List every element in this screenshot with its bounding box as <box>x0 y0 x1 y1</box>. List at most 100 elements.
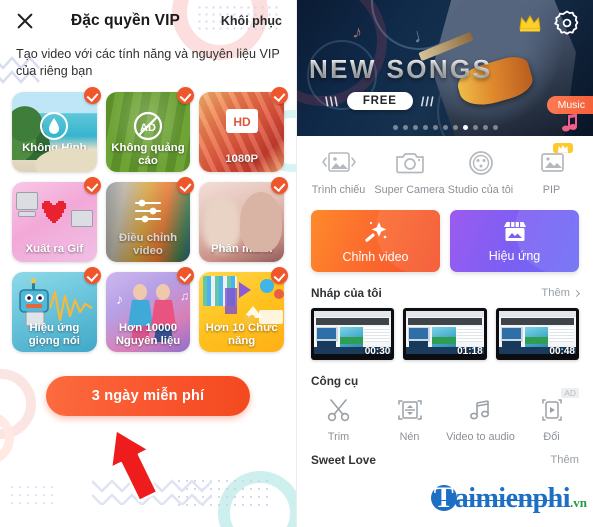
drafts-more-link[interactable]: Thêm <box>541 287 581 299</box>
card-art-robot: Hiệu ứng giọng nói <box>12 272 97 352</box>
slideshow-icon <box>321 152 356 172</box>
banner-title: NEW SONGS <box>309 54 493 84</box>
decorative-ring-orange <box>0 411 14 465</box>
tool-video-to-audio[interactable]: Video to audio <box>445 398 516 443</box>
benefit-card-materials[interactable]: ♪ ♫ Hơn 10000 Nguyên liệu <box>105 267 195 352</box>
check-badge-icon <box>83 177 101 194</box>
close-icon[interactable] <box>14 10 36 32</box>
chevron-right-icon <box>572 289 581 297</box>
effects-store-button[interactable]: Hiệu ứng <box>450 210 579 272</box>
quick-tools-row: Trình chiếu Super Camera Studio của tôi … <box>297 136 593 206</box>
benefit-label: Phân mảnh <box>210 242 273 255</box>
crown-icon <box>558 145 568 153</box>
tools-grid: Trim Nén Video to audio AD Đổi <box>297 388 593 443</box>
carousel-dot[interactable] <box>433 125 438 130</box>
draft-item[interactable]: 00:30 <box>311 308 395 360</box>
check-badge-icon <box>270 87 288 104</box>
check-badge-icon <box>177 267 195 284</box>
benefit-card-features[interactable]: Hơn 10 Chức năng <box>199 267 288 352</box>
quick-tool-my-studio[interactable]: Studio của tôi <box>445 150 516 196</box>
benefit-card-1080p[interactable]: HD 1080P <box>199 87 288 172</box>
music-note-icon <box>562 113 577 132</box>
benefit-card-no-ads[interactable]: AD Không quảng cáo <box>105 87 195 172</box>
crown-icon <box>519 14 541 32</box>
vip-crown-badge <box>553 143 573 153</box>
quick-tool-super-camera[interactable]: Super Camera <box>374 150 445 196</box>
gear-icon[interactable] <box>554 10 580 36</box>
benefit-label: 1080P <box>225 152 259 165</box>
benefit-card-export-gif[interactable]: Xuất ra Gif <box>12 177 101 262</box>
draft-duration: 00:30 <box>364 346 391 357</box>
benefit-label: Hơn 10 Chức năng <box>205 322 278 347</box>
carousel-dot[interactable] <box>453 125 458 130</box>
draft-duration: 00:48 <box>549 346 575 357</box>
benefit-card-mosaic[interactable]: Phân mảnh <box>199 177 288 262</box>
card-art-autumn: Điều chỉnh video <box>105 182 191 262</box>
check-badge-icon <box>270 267 288 284</box>
watermark-tld: .vn <box>570 495 587 510</box>
vip-panel: Đặc quyền VIP Khôi phục Tạo video với cá… <box>0 0 296 527</box>
draft-item[interactable]: 01:18 <box>403 308 487 360</box>
tool-convert[interactable]: AD Đổi <box>516 388 587 443</box>
banner-free-badge: FREE <box>346 92 413 110</box>
compress-icon <box>397 400 422 420</box>
check-badge-icon <box>83 87 101 104</box>
quick-tool-pip[interactable]: PIP <box>516 143 587 196</box>
drafts-more-label: Thêm <box>541 287 570 299</box>
hd-icon: HD <box>225 108 258 133</box>
carousel-dot-active[interactable] <box>463 125 468 130</box>
carousel-dot[interactable] <box>483 125 488 130</box>
banner-carousel-dots[interactable] <box>297 125 593 130</box>
card-art-people: ♪ ♫ Hơn 10000 Nguyên liệu <box>105 272 191 352</box>
carousel-dot[interactable] <box>423 125 428 130</box>
bottom-more-link[interactable]: Thêm <box>550 454 579 466</box>
tool-trim[interactable]: Trim <box>303 398 374 443</box>
watermark-name: aimienphi <box>454 482 571 514</box>
tools-title: Công cụ <box>311 374 359 388</box>
benefit-card-adjust-video[interactable]: Điều chỉnh video <box>105 177 195 262</box>
check-badge-icon <box>270 177 288 194</box>
carousel-dot[interactable] <box>403 125 408 130</box>
free-trial-button[interactable]: 3 ngày miễn phí <box>46 376 250 416</box>
check-badge-icon <box>177 177 195 194</box>
promo-banner[interactable]: ♪ ♩ NEW SONGS \\\ FREE /// Music <box>297 0 593 136</box>
primary-action-row: Chỉnh video Hiệu ứng <box>297 206 593 272</box>
card-art-green: AD Không quảng cáo <box>105 92 191 172</box>
tool-compress[interactable]: Nén <box>374 398 445 443</box>
site-watermark: T aimienphi .vn <box>430 482 587 514</box>
check-badge-icon <box>177 87 195 104</box>
carousel-dot[interactable] <box>473 125 478 130</box>
quick-tool-slideshow[interactable]: Trình chiếu <box>303 150 374 196</box>
benefit-card-voice-effect[interactable]: Hiệu ứng giọng nói <box>12 267 101 352</box>
drafts-section-header: Nháp của tôi Thêm <box>297 272 593 308</box>
cta-container: 3 ngày miễn phí <box>0 376 296 503</box>
magic-wand-icon <box>364 221 386 242</box>
restore-purchase-link[interactable]: Khôi phục <box>221 14 282 28</box>
benefit-label: Không quảng cáo <box>111 142 185 167</box>
card-art-canyon: HD 1080P <box>199 92 284 172</box>
banner-note-icon-2: ♩ <box>410 21 436 49</box>
benefit-label: Hơn 10000 Nguyên liệu <box>115 322 181 347</box>
action-label: Hiệu ứng <box>488 248 541 263</box>
watermark-underline <box>432 499 559 501</box>
draft-duration: 01:18 <box>457 346 483 357</box>
benefit-card-no-watermark[interactable]: Không Hình mờ <box>12 87 101 172</box>
decorative-ring-cyan-bottom <box>218 471 296 527</box>
carousel-dot[interactable] <box>393 125 398 130</box>
draft-item[interactable]: 00:48 <box>495 308 579 360</box>
studio-icon <box>468 151 493 175</box>
decorative-dots-bottom-left <box>8 483 54 509</box>
tool-label: Đổi <box>543 431 560 443</box>
camera-icon <box>395 153 424 174</box>
page-title: Đặc quyền VIP <box>70 12 180 29</box>
sliders-icon <box>134 199 161 223</box>
carousel-dot[interactable] <box>413 125 418 130</box>
carousel-dot[interactable] <box>493 125 498 130</box>
vip-subtitle: Tạo video với các tính năng và nguyên li… <box>16 47 280 78</box>
retro-keyboard-icon <box>18 211 36 217</box>
ad-badge: AD <box>561 388 579 398</box>
quick-tool-label: Studio của tôi <box>447 184 514 196</box>
quick-tool-label: Super Camera <box>374 184 445 196</box>
carousel-dot[interactable] <box>443 125 448 130</box>
edit-video-button[interactable]: Chỉnh video <box>311 210 440 272</box>
